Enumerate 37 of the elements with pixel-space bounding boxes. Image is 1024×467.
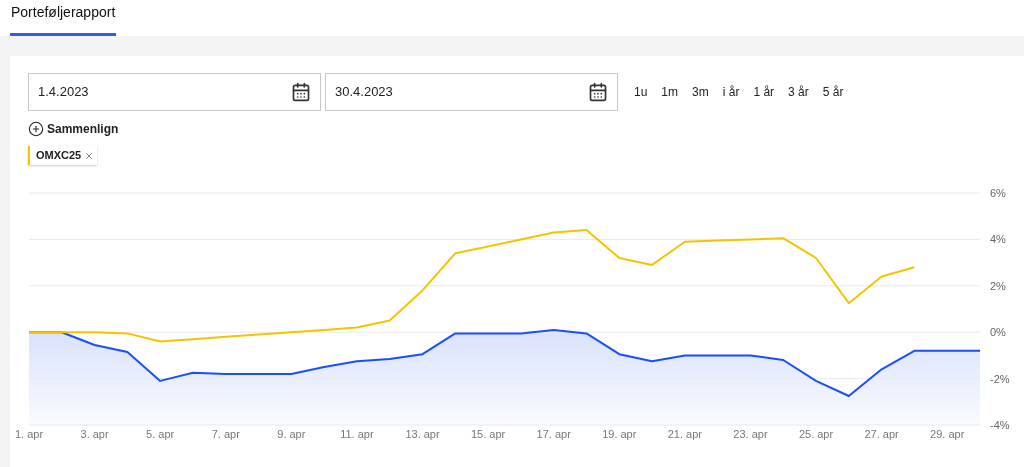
x-axis-label: 27. apr [864,428,899,440]
x-axis-label: 7. apr [211,428,240,440]
x-axis-label: 23. apr [733,428,768,440]
y-axis-label: 0% [990,326,1006,339]
date-field[interactable]: 30.4.2023 [325,73,618,111]
period-button[interactable]: 1 år [753,83,775,101]
y-axis-label: -4% [990,419,1010,431]
x-axis-label: 25. apr [798,428,834,440]
period-button[interactable]: 3m [692,83,709,101]
y-axis-label: 2% [990,279,1006,292]
x-axis-label: 3. apr [80,428,109,440]
x-axis-label: 17. apr [536,428,571,440]
x-axis-label: 15. apr [471,428,506,440]
close-icon[interactable] [84,150,95,161]
period-button[interactable]: 5 år [822,83,844,101]
y-axis-label: 4% [990,233,1006,246]
y-axis-label: 6% [990,187,1006,199]
compare-button[interactable]: Sammenlign [28,120,119,138]
period-button[interactable]: 1m [661,83,679,101]
period-button[interactable]: 3 år [788,83,809,101]
x-axis-label: 9. apr [277,428,306,440]
calendar-icon [588,82,608,102]
x-axis-label: 19. apr [602,428,637,440]
compare-chip[interactable]: OMXC25 [28,146,98,165]
x-axis-label: 21. apr [667,428,702,440]
y-axis-label: -2% [990,372,1010,385]
calendar-icon [291,82,311,102]
x-axis-label: 11. apr [340,428,374,440]
date-field[interactable]: 1.4.2023 [28,73,321,111]
x-axis-label: 1. apr [14,428,44,440]
x-axis-label: 29. apr [930,428,965,440]
x-axis-label: 13. apr [405,428,440,440]
period-button[interactable]: 1u [634,83,648,101]
period-button[interactable]: i år [722,83,740,101]
add-icon [28,121,44,137]
chip-label: OMXC25 [36,148,82,164]
x-axis-label: 5. apr [146,428,175,440]
